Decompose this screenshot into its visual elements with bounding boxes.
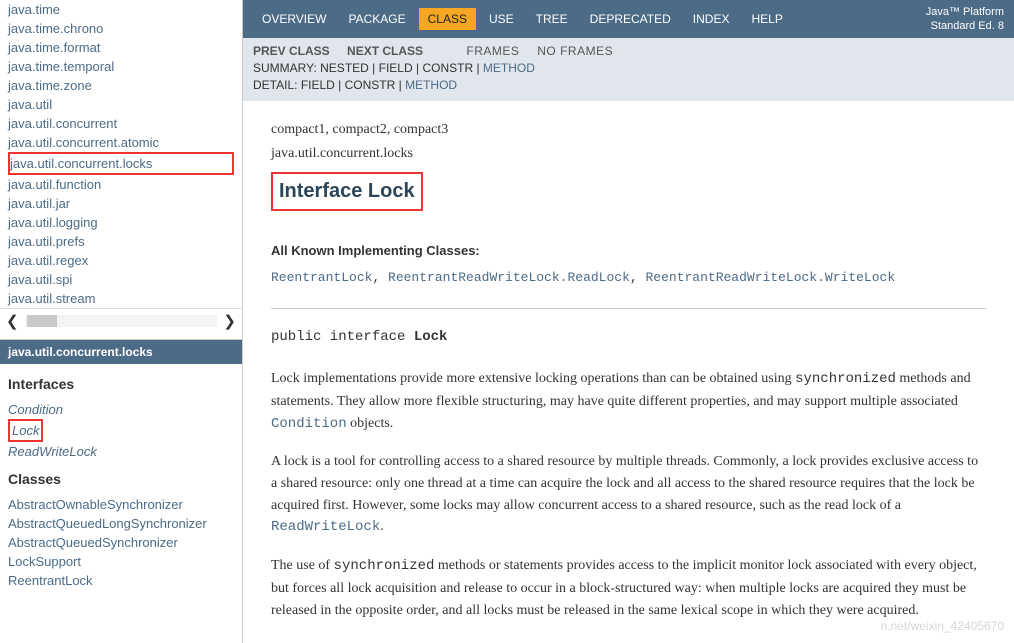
profiles-line: compact1, compact2, compact3 (271, 119, 986, 141)
summary-method-link[interactable]: METHOD (483, 61, 535, 75)
sig-keywords: public interface (271, 329, 414, 345)
package-link[interactable]: java.util.stream (8, 289, 234, 308)
nav-tab-deprecated[interactable]: DEPRECATED (581, 8, 680, 30)
type-signature: public interface Lock (271, 327, 986, 349)
package-link[interactable]: java.time.zone (8, 76, 234, 95)
main-pane[interactable]: OVERVIEWPACKAGECLASSUSETREEDEPRECATEDIND… (243, 0, 1014, 643)
package-link[interactable]: java.time.temporal (8, 57, 234, 76)
platform-label: Java™ Platform Standard Ed. 8 (926, 5, 1004, 33)
interfaces-heading: Interfaces (8, 376, 234, 392)
detail-constr: CONSTR (345, 78, 396, 92)
package-link[interactable]: java.util.spi (8, 270, 234, 289)
description-p1: Lock implementations provide more extens… (271, 368, 986, 435)
platform-line1: Java™ Platform (926, 5, 1004, 19)
scroll-left-icon[interactable]: ❮ (6, 312, 19, 330)
readwritelock-link[interactable]: ReadWriteLock (271, 519, 380, 535)
package-link[interactable]: java.util (8, 95, 234, 114)
description-p2: A lock is a tool for controlling access … (271, 451, 986, 539)
top-nav: OVERVIEWPACKAGECLASSUSETREEDEPRECATEDIND… (243, 0, 1014, 38)
scroll-track[interactable] (25, 315, 218, 327)
package-link[interactable]: java.util.prefs (8, 232, 234, 251)
impl-link[interactable]: ReentrantReadWriteLock.WriteLock (645, 270, 895, 285)
package-list[interactable]: java.timejava.time.chronojava.time.forma… (0, 0, 242, 308)
content-area: compact1, compact2, compact3 java.util.c… (243, 101, 1014, 643)
sig-name: Lock (414, 329, 448, 345)
package-link[interactable]: java.time.chrono (8, 19, 234, 38)
package-link[interactable]: java.util.concurrent.locks (8, 152, 234, 175)
package-link[interactable]: java.util.jar (8, 194, 234, 213)
divider (271, 308, 986, 309)
no-frames-link[interactable]: NO FRAMES (537, 44, 613, 58)
summary-constr: CONSTR (422, 61, 473, 75)
classes-heading: Classes (8, 471, 234, 487)
scroll-right-icon[interactable]: ❯ (223, 312, 236, 330)
description-p3: The use of synchronized methods or state… (271, 555, 986, 621)
package-link[interactable]: java.time (8, 0, 234, 19)
interface-link[interactable]: Condition (8, 400, 234, 419)
class-link[interactable]: AbstractOwnableSynchronizer (8, 495, 234, 514)
known-impl-label: All Known Implementing Classes: (271, 241, 986, 261)
package-link[interactable]: java.util.concurrent (8, 114, 234, 133)
detail-method-link[interactable]: METHOD (405, 78, 457, 92)
left-pane: java.timejava.time.chronojava.time.forma… (0, 0, 243, 643)
class-link[interactable]: AbstractQueuedLongSynchronizer (8, 514, 234, 533)
package-link[interactable]: java.util.concurrent.atomic (8, 133, 234, 152)
frames-link[interactable]: FRAMES (466, 44, 519, 58)
package-line: java.util.concurrent.locks (271, 143, 986, 165)
class-link[interactable]: AbstractQueuedSynchronizer (8, 533, 234, 552)
next-class-link[interactable]: NEXT CLASS (347, 44, 423, 58)
nav-tab-overview[interactable]: OVERVIEW (253, 8, 335, 30)
summary-label: SUMMARY: (253, 61, 317, 75)
package-header: java.util.concurrent.locks (0, 340, 242, 364)
nav-tab-use[interactable]: USE (480, 8, 523, 30)
nav-tab-help[interactable]: HELP (742, 8, 791, 30)
package-link[interactable]: java.util.regex (8, 251, 234, 270)
watermark: n.net/weixin_42405670 (881, 619, 1004, 633)
nav-tab-index[interactable]: INDEX (684, 8, 739, 30)
package-link[interactable]: java.time.format (8, 38, 234, 57)
detail-label: DETAIL: (253, 78, 297, 92)
summary-nested: NESTED (320, 61, 369, 75)
nav-tab-class[interactable]: CLASS (419, 8, 476, 30)
class-list-frame[interactable]: java.util.concurrent.locks Interfaces Co… (0, 340, 242, 643)
platform-line2: Standard Ed. 8 (926, 19, 1004, 33)
detail-field: FIELD (301, 78, 335, 92)
nav-tabs: OVERVIEWPACKAGECLASSUSETREEDEPRECATEDIND… (253, 8, 792, 30)
horizontal-scrollbar[interactable]: ❮ ❯ (0, 308, 242, 332)
nav-tab-package[interactable]: PACKAGE (339, 8, 414, 30)
interface-link[interactable]: ReadWriteLock (8, 442, 234, 461)
package-link[interactable]: java.util.function (8, 175, 234, 194)
class-link[interactable]: ReentrantLock (8, 571, 234, 590)
scroll-thumb[interactable] (27, 315, 57, 327)
impl-link[interactable]: ReentrantReadWriteLock.ReadLock (388, 270, 630, 285)
package-link[interactable]: java.util.logging (8, 213, 234, 232)
page-title: Interface Lock (271, 172, 423, 211)
sub-nav: PREV CLASS NEXT CLASS FRAMES NO FRAMES S… (243, 38, 1014, 101)
class-link[interactable]: LockSupport (8, 552, 234, 571)
known-impl-list: ReentrantLock, ReentrantReadWriteLock.Re… (271, 268, 986, 288)
nav-tab-tree[interactable]: TREE (527, 8, 577, 30)
condition-link[interactable]: Condition (271, 416, 347, 432)
impl-link[interactable]: ReentrantLock (271, 270, 372, 285)
summary-field: FIELD (379, 61, 413, 75)
package-list-frame: java.timejava.time.chronojava.time.forma… (0, 0, 242, 340)
interface-link[interactable]: Lock (12, 421, 39, 440)
prev-class-link[interactable]: PREV CLASS (253, 44, 330, 58)
